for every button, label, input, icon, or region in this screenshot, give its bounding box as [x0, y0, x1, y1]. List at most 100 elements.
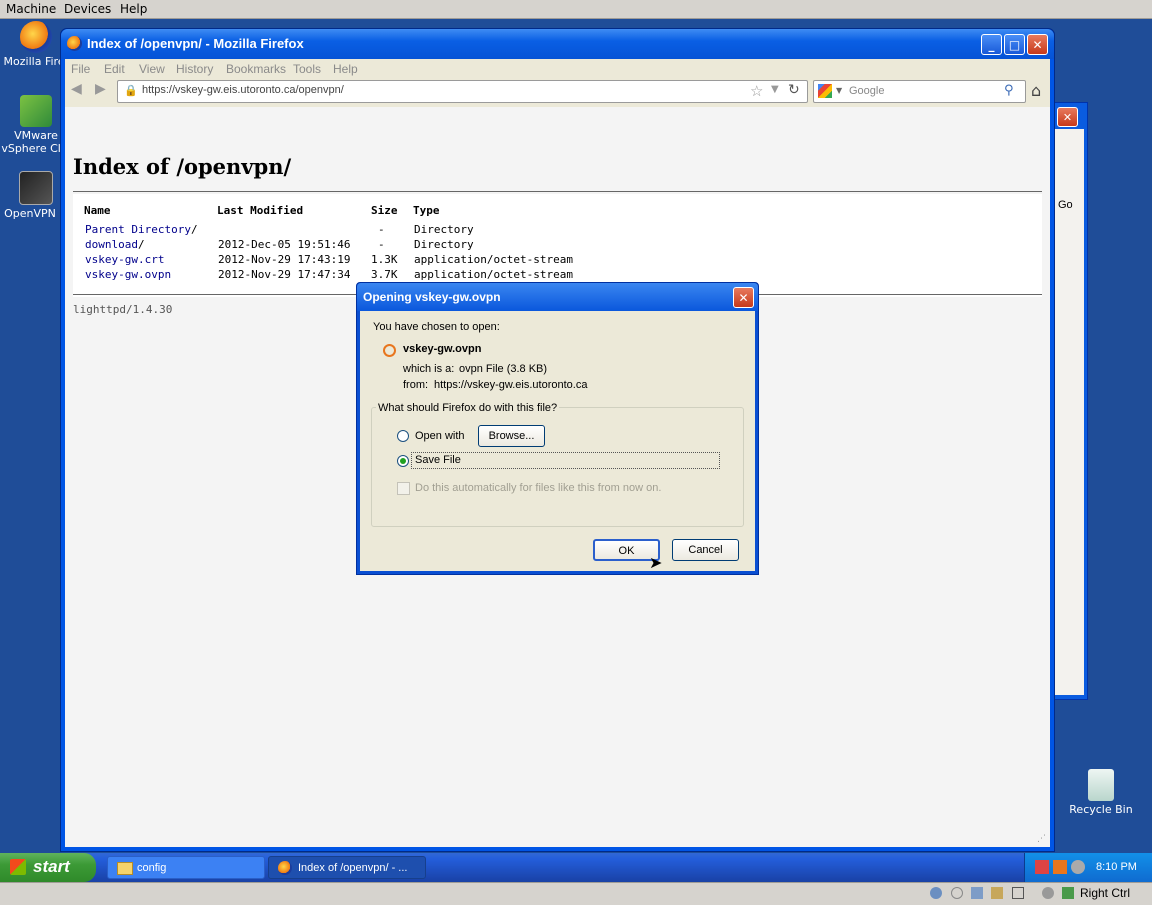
- menu-history[interactable]: History: [176, 62, 213, 76]
- save-file-radio[interactable]: [397, 455, 409, 467]
- menu-help[interactable]: Help: [333, 62, 358, 76]
- taskbar-item-config[interactable]: config: [107, 856, 265, 879]
- firefox-icon: [67, 36, 82, 51]
- openvpn-icon: [19, 171, 53, 205]
- table-header: Name Last Modified Size Type: [73, 204, 1042, 219]
- which-is-value: ovpn File (3.8 KB): [459, 363, 548, 375]
- mouse-integration-icon[interactable]: [1042, 887, 1054, 899]
- host-menu-help[interactable]: Help: [120, 2, 147, 16]
- host-status-bar: Right Ctrl: [0, 882, 1152, 905]
- modified-cell: 2012-Nov-29 17:47:34: [218, 268, 351, 281]
- url-bar[interactable]: 🔒 https://vskey-gw.eis.utoronto.ca/openv…: [117, 80, 808, 103]
- type-cell: Directory: [414, 238, 474, 251]
- maximize-button[interactable]: □: [1004, 34, 1025, 55]
- minimize-button[interactable]: _: [981, 34, 1002, 55]
- shared-folder-icon[interactable]: [991, 887, 1003, 899]
- forward-icon[interactable]: ▶: [95, 81, 106, 97]
- dialog-title: Opening vskey-gw.ovpn: [363, 290, 501, 304]
- navigation-bar: ◀ ▶ 🔒 https://vskey-gw.eis.utoronto.ca/o…: [65, 79, 1050, 105]
- menu-edit[interactable]: Edit: [104, 62, 125, 76]
- close-button[interactable]: ✕: [1027, 34, 1048, 55]
- openvpn-tray-icon[interactable]: [1071, 860, 1085, 874]
- network-icon[interactable]: [1035, 860, 1049, 874]
- taskbar: start config Index of /openvpn/ - ... 8:…: [0, 853, 1152, 882]
- dialog-title-bar[interactable]: Opening vskey-gw.ovpn ✕: [357, 283, 758, 311]
- dialog-body: You have chosen to open: vskey-gw.ovpn w…: [360, 311, 755, 572]
- table-row: download/ 2012-Dec-05 19:51:46 - Directo…: [73, 238, 1042, 253]
- network-adapter-icon[interactable]: [971, 887, 983, 899]
- link-suffix: /: [137, 238, 145, 251]
- open-with-radio[interactable]: [397, 430, 409, 442]
- file-link[interactable]: vskey-gw.crt: [85, 253, 164, 266]
- auto-checkbox[interactable]: [397, 482, 410, 495]
- chevron-down-icon[interactable]: ▼: [836, 86, 842, 95]
- hard-disk-icon[interactable]: [930, 887, 942, 899]
- back-icon[interactable]: ◀: [71, 81, 82, 97]
- column-header: Type: [413, 204, 440, 217]
- dialog-intro: You have chosen to open:: [373, 321, 500, 333]
- display-icon[interactable]: [1012, 887, 1024, 899]
- firefox-icon: [20, 21, 52, 53]
- taskbar-item-label: config: [137, 862, 167, 874]
- type-cell: Directory: [414, 223, 474, 236]
- file-link[interactable]: download: [85, 238, 138, 251]
- menu-tools[interactable]: Tools: [293, 62, 321, 76]
- folder-icon: [117, 862, 133, 875]
- menu-file[interactable]: File: [71, 62, 90, 76]
- search-icon[interactable]: ⚲: [1004, 83, 1014, 98]
- menu-bookmarks[interactable]: Bookmarks: [226, 62, 286, 76]
- background-window[interactable]: ✕ Go: [1050, 102, 1088, 700]
- save-file-label[interactable]: Save File: [415, 454, 461, 466]
- firefox-title-bar[interactable]: Index of /openvpn/ - Mozilla Firefox _ □…: [61, 29, 1054, 59]
- from-label: from:: [403, 379, 429, 391]
- host-menu-devices[interactable]: Devices: [64, 2, 111, 16]
- action-group-label: What should Firefox do with this file?: [376, 402, 560, 414]
- desktop-icon-label: Recycle Bin: [1069, 803, 1133, 816]
- taskbar-item-firefox[interactable]: Index of /openvpn/ - ...: [268, 856, 426, 879]
- menu-view[interactable]: View: [139, 62, 165, 76]
- column-header: Size: [371, 204, 398, 217]
- table-row: Parent Directory/ - Directory: [73, 223, 1042, 238]
- from-value: https://vskey-gw.eis.utoronto.ca: [434, 379, 588, 391]
- start-button[interactable]: start: [0, 853, 96, 882]
- windows-logo-icon: [10, 859, 26, 875]
- link-suffix: /: [190, 223, 198, 236]
- column-header: Name: [84, 204, 111, 217]
- file-link[interactable]: Parent Directory: [85, 223, 191, 236]
- google-icon: [818, 84, 832, 98]
- bookmark-star-icon[interactable]: ☆: [750, 82, 763, 100]
- divider: [73, 191, 1042, 192]
- file-link[interactable]: vskey-gw.ovpn: [85, 268, 171, 281]
- opening-file-dialog: Opening vskey-gw.ovpn ✕ You have chosen …: [356, 282, 759, 575]
- optical-drive-icon[interactable]: [951, 887, 963, 899]
- search-placeholder: Google: [849, 85, 885, 97]
- dialog-close-button[interactable]: ✕: [733, 287, 754, 308]
- update-icon[interactable]: [1053, 860, 1067, 874]
- taskbar-item-label: Index of /openvpn/ - ...: [298, 862, 408, 874]
- radio-selected-dot: [400, 458, 406, 464]
- firefox-icon: [278, 861, 292, 875]
- history-dropdown-icon[interactable]: ▼: [771, 84, 779, 95]
- cancel-button[interactable]: Cancel: [672, 539, 739, 561]
- keyboard-capture-icon[interactable]: [1062, 887, 1074, 899]
- background-window-body: Go: [1054, 129, 1084, 695]
- desktop-icon-recycle-bin[interactable]: Recycle Bin: [1065, 769, 1137, 816]
- size-cell: -: [378, 223, 385, 236]
- open-with-label[interactable]: Open with: [415, 430, 465, 442]
- firefox-menu-bar: File Edit View History Bookmarks Tools H…: [65, 59, 1050, 79]
- column-header: Last Modified: [217, 204, 304, 217]
- search-bar[interactable]: ▼ Google ⚲: [813, 80, 1026, 103]
- modified-cell: 2012-Nov-29 17:43:19: [218, 253, 351, 266]
- system-tray: 8:10 PM: [1024, 853, 1152, 882]
- go-button[interactable]: Go: [1058, 199, 1073, 211]
- close-icon[interactable]: ✕: [1057, 107, 1078, 127]
- modified-cell: 2012-Dec-05 19:51:46: [218, 238, 351, 251]
- reload-icon[interactable]: ↻: [788, 82, 800, 98]
- resize-grip-icon[interactable]: ⋰: [1037, 834, 1046, 844]
- vsphere-icon: [20, 95, 52, 127]
- host-menu-machine[interactable]: Machine: [6, 2, 56, 16]
- clock: 8:10 PM: [1096, 861, 1137, 873]
- home-icon[interactable]: ⌂: [1031, 81, 1041, 100]
- browse-button[interactable]: Browse...: [478, 425, 545, 447]
- type-cell: application/octet-stream: [414, 253, 573, 266]
